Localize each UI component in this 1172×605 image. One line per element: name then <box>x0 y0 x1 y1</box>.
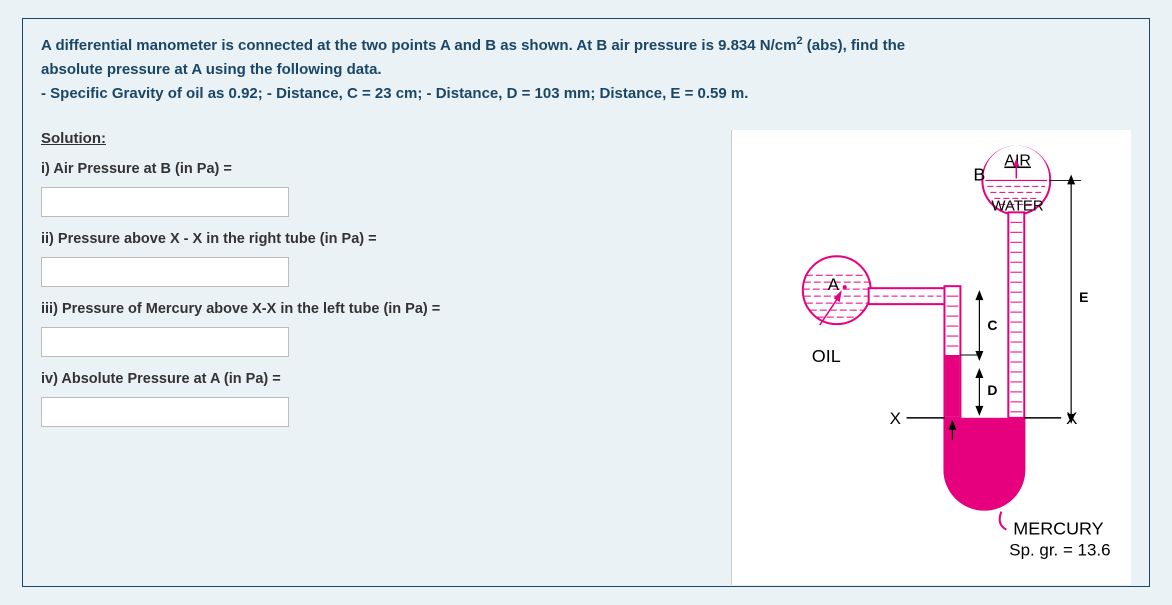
question-3-label: iii) Pressure of Mercury above X-X in th… <box>41 301 711 317</box>
mercury-pointer <box>1000 512 1007 530</box>
answer-input-2[interactable] <box>41 257 289 287</box>
question-4-label: iv) Absolute Pressure at A (in Pa) = <box>41 371 711 387</box>
solution-area: Solution: i) Air Pressure at B (in Pa) =… <box>41 130 731 585</box>
question-2-label: ii) Pressure above X - X in the right tu… <box>41 231 711 247</box>
mercury-left <box>945 355 959 417</box>
label-d: D <box>987 382 997 398</box>
mercury-label: MERCURY <box>1013 519 1103 539</box>
answer-input-3[interactable] <box>41 327 289 357</box>
label-a: A <box>828 275 840 294</box>
label-b: B <box>973 164 985 184</box>
answer-input-1[interactable] <box>41 187 289 217</box>
right-tube <box>1008 212 1024 417</box>
label-e: E <box>1079 289 1088 305</box>
content-area: Solution: i) Air Pressure at B (in Pa) =… <box>41 130 1131 585</box>
question-1-label: i) Air Pressure at B (in Pa) = <box>41 161 711 177</box>
label-x-left: X <box>890 409 901 428</box>
problem-line-1a: A differential manometer is connected at… <box>41 37 796 54</box>
manometer-diagram: AIR WATER B <box>732 130 1131 580</box>
answer-input-4[interactable] <box>41 397 289 427</box>
diagram-area: AIR WATER B <box>731 130 1131 585</box>
air-label: AIR <box>1004 152 1031 169</box>
solution-heading: Solution: <box>41 130 711 147</box>
oil-label: OIL <box>812 346 841 366</box>
connector-a <box>869 288 947 304</box>
problem-statement: A differential manometer is connected at… <box>41 33 1131 106</box>
problem-line-3: - Specific Gravity of oil as 0.92; - Dis… <box>41 85 748 102</box>
problem-container: A differential manometer is connected at… <box>22 18 1150 587</box>
spgr-label: Sp. gr. = 13.6 <box>1009 540 1110 559</box>
problem-line-2: absolute pressure at A using the followi… <box>41 61 382 78</box>
problem-line-1b: (abs), find the <box>803 37 906 54</box>
label-c: C <box>987 317 997 333</box>
